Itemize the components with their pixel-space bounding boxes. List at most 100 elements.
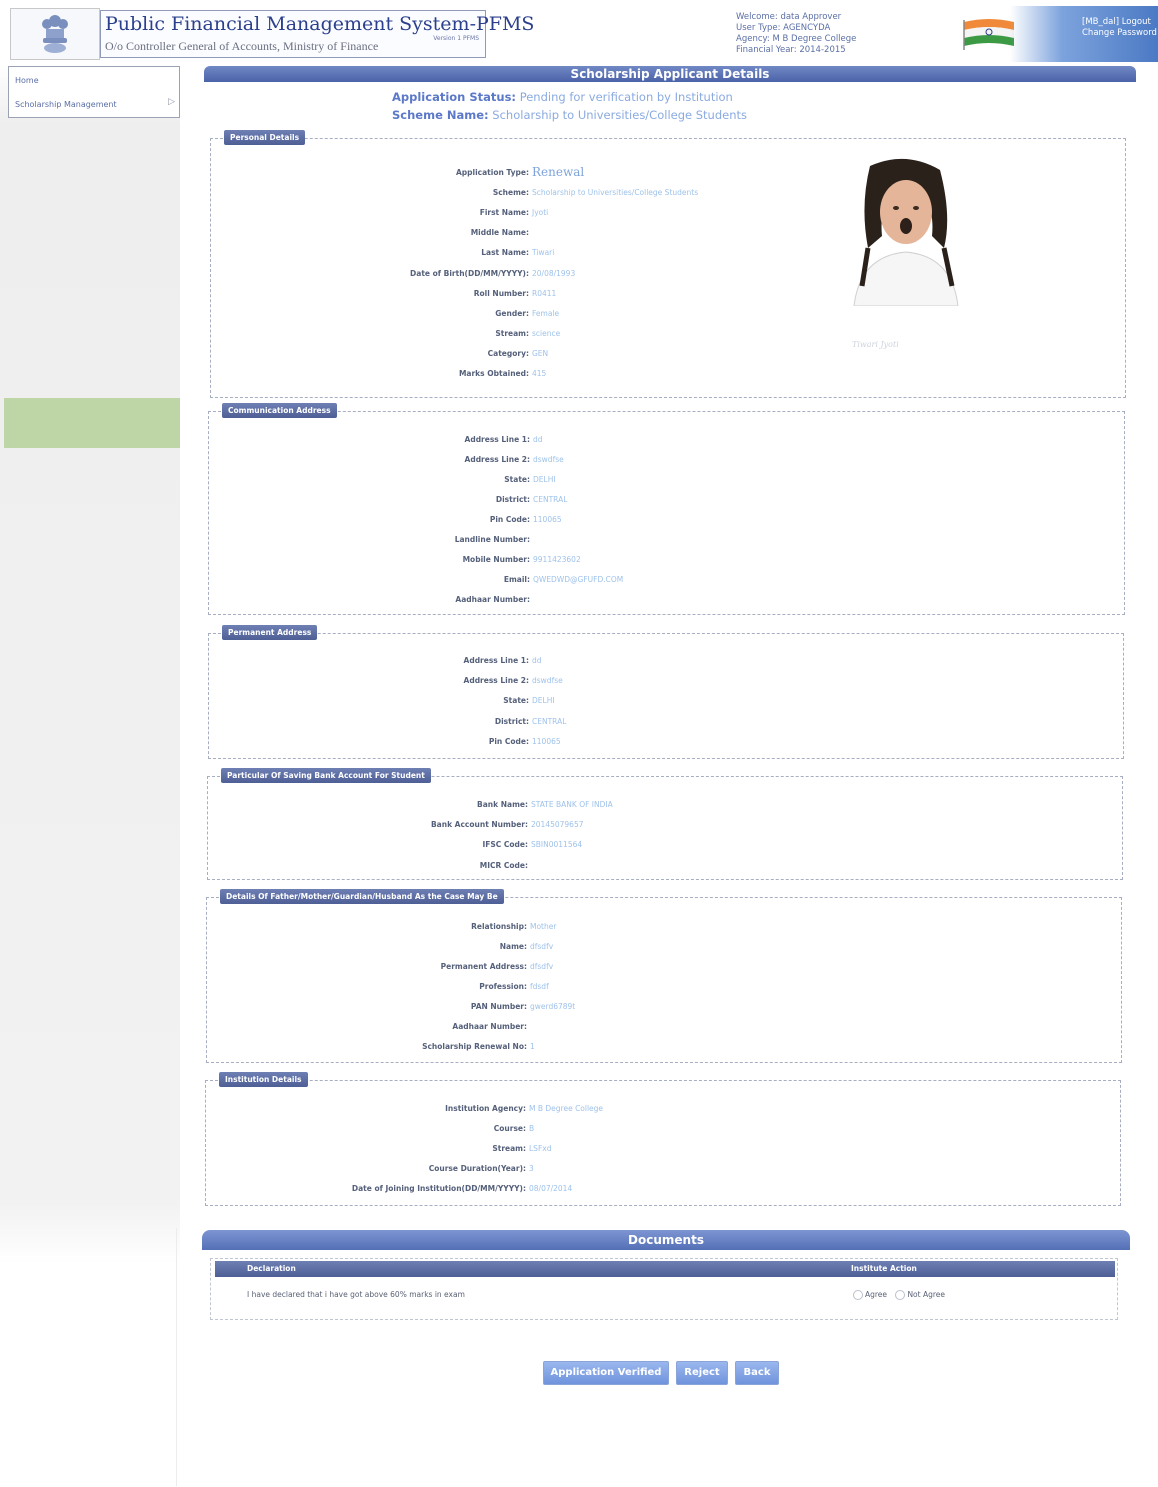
field-label: Stream:: [492, 1144, 526, 1154]
field-value: Jyoti: [532, 208, 549, 218]
field-label: Permanent Address:: [440, 962, 527, 971]
logout-link[interactable]: [MB_dal] Logout: [1082, 17, 1157, 28]
applicant-photo: [840, 156, 970, 306]
field-label: Bank Name:: [477, 800, 528, 809]
agency-text: Agency: M B Degree College: [736, 34, 857, 44]
declaration-text: I have declared that i have got above 60…: [247, 1290, 465, 1299]
application-verified-button[interactable]: Application Verified: [543, 1361, 669, 1385]
field-value: CENTRAL: [533, 495, 568, 504]
field-label: Aadhaar Number:: [455, 595, 530, 604]
financial-year-text: Financial Year: 2014-2015: [736, 45, 846, 55]
india-flag-icon: [963, 19, 1014, 50]
field-label: Scholarship Renewal No:: [422, 1042, 527, 1051]
application-status: Application Status: Pending for verifica…: [392, 90, 733, 104]
field-label: Roll Number:: [473, 288, 529, 298]
scheme-name: Scheme Name: Scholarship to Universities…: [392, 108, 747, 122]
bank-account-title: Particular Of Saving Bank Account For St…: [221, 768, 431, 783]
field-value: gwerd6789t: [530, 1002, 576, 1011]
nav-menu: Home Scholarship Management ▷: [8, 66, 180, 118]
not-agree-radio[interactable]: [895, 1290, 906, 1300]
field-label: First Name:: [479, 208, 529, 218]
field-label: Middle Name:: [470, 228, 529, 238]
nav-item-scholarship-management[interactable]: Scholarship Management: [15, 100, 117, 109]
field-label: MICR Code:: [479, 860, 528, 870]
applicant-signature: Tiwari Jyoti: [852, 340, 899, 349]
header: Public Financial Management System-PFMS …: [0, 0, 1158, 64]
field-value: CENTRAL: [532, 716, 567, 726]
field-value: science: [532, 328, 561, 338]
personal-details-title: Personal Details: [224, 130, 306, 145]
field-value: 1: [530, 1042, 535, 1051]
field-value: 110065: [532, 736, 561, 746]
field-value: dswdfse: [532, 676, 563, 686]
bank-account-section: [207, 776, 1123, 880]
field-value: dfsdfv: [530, 962, 554, 971]
field-label: Marks Obtained:: [458, 369, 529, 378]
reject-button[interactable]: Reject: [676, 1361, 728, 1385]
field-label: District:: [494, 716, 529, 726]
field-value: DELHI: [532, 696, 555, 706]
left-sidebar: Home Scholarship Management ▷: [0, 64, 180, 1487]
field-value: B: [529, 1124, 535, 1134]
welcome-text: Welcome: data Approver: [736, 12, 842, 22]
field-value: Tiwari: [532, 248, 555, 258]
app-title: Public Financial Management System-PFMS: [105, 13, 535, 35]
field-value: 3: [529, 1164, 534, 1174]
field-value: STATE BANK OF INDIA: [531, 800, 613, 809]
application-status-label: Application Status:: [392, 90, 517, 104]
scheme-name-value: Scholarship to Universities/College Stud…: [492, 108, 748, 122]
nav-item-home[interactable]: Home: [15, 76, 39, 85]
field-value: R0411: [532, 288, 557, 298]
field-value: 9911423602: [533, 555, 581, 564]
documents-table-header: Declaration Institute Action: [215, 1261, 1115, 1277]
field-value: dswdfse: [533, 455, 564, 464]
field-label: District:: [495, 495, 530, 504]
documents-table: Declaration Institute Action I have decl…: [210, 1258, 1118, 1320]
field-label: Institution Agency:: [445, 1104, 526, 1113]
guardian-details-section: [206, 897, 1122, 1063]
field-label: Course:: [493, 1124, 526, 1134]
user-type-text: User Type: AGENCYDA: [736, 23, 831, 33]
guardian-details-title: Details Of Father/Mother/Guardian/Husban…: [220, 889, 504, 904]
field-value: Scholarship to Universities/College Stud…: [532, 188, 699, 198]
field-label: Email:: [503, 575, 530, 584]
agree-radio[interactable]: [853, 1290, 863, 1300]
field-value: 20/08/1993: [532, 268, 576, 278]
field-value: dd: [533, 435, 543, 444]
field-label: Application Type:: [455, 168, 529, 177]
institute-action-column-header: Institute Action: [851, 1264, 917, 1273]
not-agree-label: Not Agree: [907, 1290, 945, 1299]
back-button[interactable]: Back: [735, 1361, 779, 1385]
institute-action-options: Agree Not Agree: [847, 1290, 945, 1300]
field-label: State:: [503, 696, 529, 706]
field-label: Address Line 2:: [464, 455, 530, 464]
field-value: GEN: [532, 348, 549, 358]
pfms-logo[interactable]: Public Financial Management System-PFMS …: [100, 10, 534, 58]
field-value: 20145079657: [531, 820, 584, 830]
field-label: Mobile Number:: [462, 555, 530, 564]
field-label: Course Duration(Year):: [428, 1164, 526, 1174]
sidebar-highlight: [4, 398, 180, 448]
change-password-link[interactable]: Change Password: [1082, 28, 1157, 39]
field-label: Name:: [499, 942, 527, 951]
app-subtitle: O/o Controller General of Accounts, Mini…: [105, 39, 379, 53]
field-label: Pin Code:: [489, 515, 530, 524]
app-version: Version 1 PFMS: [433, 35, 479, 42]
field-label: State:: [504, 475, 530, 484]
personal-details-section: [210, 138, 1126, 398]
field-value: Renewal: [532, 165, 585, 179]
field-label: Date of Joining Institution(DD/MM/YYYY):: [351, 1184, 526, 1194]
field-label: Profession:: [479, 982, 527, 991]
field-value: dfsdfv: [530, 942, 554, 951]
field-value: SBIN0011564: [531, 840, 583, 850]
field-label: Relationship:: [471, 922, 527, 931]
application-status-value: Pending for verification by Institution: [519, 90, 733, 104]
chevron-right-icon: ▷: [168, 97, 175, 107]
agree-label: Agree: [865, 1290, 888, 1299]
field-value: dd: [532, 656, 542, 665]
field-value: 08/07/2014: [529, 1184, 573, 1194]
field-label: Bank Account Number:: [430, 820, 528, 830]
user-info: Welcome: data Approver User Type: AGENCY…: [736, 12, 956, 56]
field-value: fdsdf: [530, 982, 549, 991]
user-links: [MB_dal] Logout Change Password: [1082, 17, 1157, 39]
